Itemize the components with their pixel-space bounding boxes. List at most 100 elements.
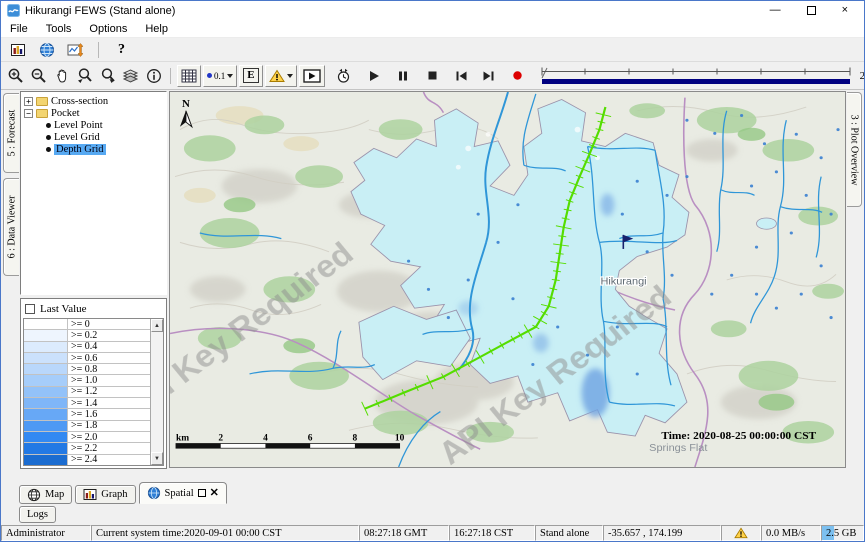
legend-row[interactable]: >= 0.2 <box>24 330 150 341</box>
legend-row[interactable]: >= 1.4 <box>24 398 150 409</box>
menu-item[interactable]: Tools <box>37 23 81 35</box>
warning-threshold-dropdown[interactable] <box>265 65 297 87</box>
legend-color-swatch <box>24 342 68 352</box>
stop-button[interactable] <box>422 65 443 86</box>
tree-item-pocket[interactable]: − Pocket <box>22 107 165 119</box>
classbreak-value-dropdown[interactable]: 0.1 <box>203 65 237 87</box>
close-icon[interactable]: × <box>842 5 848 16</box>
status-gmt-time: 08:27:18 GMT <box>359 525 449 541</box>
menu-item[interactable]: File <box>1 23 37 35</box>
timeseries-display-icon[interactable] <box>65 39 86 60</box>
zoom-out-icon[interactable] <box>28 65 49 86</box>
map-canvas[interactable]: API Key Required API Key Required Hikura… <box>170 92 845 467</box>
bar-chart-icon <box>83 488 97 501</box>
tree-item-level-grid[interactable]: Level Grid <box>22 131 165 143</box>
sidebar-tab-data-viewer-label: 6 : Data Viewer <box>6 196 17 259</box>
legend-row-label: >= 1.4 <box>68 398 150 408</box>
legend-row[interactable]: >= 1.2 <box>24 387 150 398</box>
tab-graph[interactable]: Graph <box>75 485 135 504</box>
legend-color-swatch <box>24 421 68 431</box>
toolbar-separator <box>98 42 99 58</box>
legend-color-swatch <box>24 330 68 340</box>
spatial-map[interactable]: API Key Required API Key Required Hikura… <box>169 91 846 468</box>
menu-item[interactable]: Options <box>80 23 136 35</box>
collapse-icon[interactable]: − <box>24 109 33 118</box>
last-value-checkbox[interactable] <box>25 304 35 314</box>
archive-database-icon[interactable] <box>7 39 28 60</box>
legend-row-label: >= 0.6 <box>68 353 150 363</box>
status-network-rate: 0.0 MB/s <box>761 525 821 541</box>
record-button[interactable] <box>507 65 528 86</box>
close-tab-icon[interactable]: ✕ <box>210 488 219 498</box>
tree-item-cross-section[interactable]: + Cross-section <box>22 95 165 107</box>
skip-to-start-button[interactable] <box>451 65 472 86</box>
tree-item-depth-grid[interactable]: Depth Grid <box>22 143 165 155</box>
legend-row[interactable]: >= 1.8 <box>24 421 150 432</box>
legend-row[interactable]: >= 0 <box>24 319 150 330</box>
legend-color-swatch <box>24 387 68 397</box>
legend-scrollbar[interactable]: ▲ ▼ <box>150 319 163 465</box>
globe-explorer-icon[interactable] <box>36 39 57 60</box>
legend-row[interactable]: >= 2.0 <box>24 432 150 443</box>
animation-display-button[interactable] <box>299 65 325 87</box>
status-mode: Stand alone <box>535 525 603 541</box>
info-icon[interactable] <box>143 65 164 86</box>
status-local-time: 16:27:18 CST <box>449 525 535 541</box>
tab-plot-overview[interactable]: 3 : Plot Overview <box>847 92 862 207</box>
pan-hand-icon[interactable] <box>51 65 72 86</box>
svg-text:N: N <box>182 99 190 110</box>
undock-icon[interactable] <box>198 489 206 497</box>
legend-row[interactable]: >= 2.4 <box>24 455 150 465</box>
sidebar-tab-forecast[interactable]: 5 : Forecast <box>3 93 19 173</box>
timeline-slider[interactable] <box>538 65 854 87</box>
legend-row[interactable]: >= 1.0 <box>24 375 150 386</box>
grid-display-button[interactable] <box>177 65 201 87</box>
last-value-label: Last Value <box>40 303 87 315</box>
tab-map-label: Map <box>45 489 64 500</box>
help-button[interactable]: ? <box>111 39 132 60</box>
scroll-down-icon[interactable]: ▼ <box>151 452 163 465</box>
legend-color-swatch <box>24 398 68 408</box>
app-logo-icon <box>7 4 20 17</box>
right-tab-strip: 3 : Plot Overview <box>847 90 864 481</box>
elevation-button[interactable]: E <box>239 65 262 87</box>
logs-button[interactable]: Logs <box>19 506 56 523</box>
map-time-overlay: Time: 2020-08-25 00:00:00 CST <box>661 430 816 442</box>
warning-icon <box>269 69 285 83</box>
tab-spatial[interactable]: Spatial ✕ <box>139 482 227 504</box>
zoom-next-icon[interactable] <box>97 65 118 86</box>
scale-unit: km <box>176 433 189 443</box>
tree-item-label: Pocket <box>51 108 80 119</box>
expand-icon[interactable]: + <box>24 97 33 106</box>
legend-color-swatch <box>24 353 68 363</box>
menu-item[interactable]: Help <box>136 23 177 35</box>
play-button[interactable] <box>364 65 385 86</box>
tab-spatial-label: Spatial <box>165 488 194 499</box>
maximize-icon[interactable] <box>807 6 816 15</box>
sidebar-tab-data-viewer[interactable]: 6 : Data Viewer <box>3 178 19 276</box>
legend-color-swatch <box>24 375 68 385</box>
tree-item-label-selected: Depth Grid <box>54 144 106 155</box>
legend-row-label: >= 2.2 <box>68 443 150 453</box>
svg-text:6: 6 <box>308 433 313 443</box>
legend-row[interactable]: >= 1.6 <box>24 409 150 420</box>
animation-settings-clock-icon[interactable] <box>333 65 354 86</box>
tree-item-level-point[interactable]: Level Point <box>22 119 165 131</box>
folder-icon <box>36 109 48 118</box>
tab-graph-label: Graph <box>101 489 127 500</box>
minimize-icon[interactable]: — <box>770 5 781 16</box>
legend-row[interactable]: >= 0.8 <box>24 364 150 375</box>
layers-icon[interactable] <box>120 65 141 86</box>
scroll-up-icon[interactable]: ▲ <box>151 319 163 332</box>
status-warning-cell[interactable] <box>721 525 761 541</box>
legend-row[interactable]: >= 2.2 <box>24 443 150 454</box>
skip-to-end-button[interactable] <box>478 65 499 86</box>
node-dot-icon <box>46 135 51 140</box>
legend-row[interactable]: >= 0.6 <box>24 353 150 364</box>
zoom-in-icon[interactable] <box>5 65 26 86</box>
legend-row[interactable]: >= 0.4 <box>24 342 150 353</box>
pause-button[interactable] <box>393 65 414 86</box>
zoom-previous-icon[interactable] <box>74 65 95 86</box>
legend-row-label: >= 2.4 <box>68 455 150 465</box>
tab-map[interactable]: Map <box>19 485 72 504</box>
